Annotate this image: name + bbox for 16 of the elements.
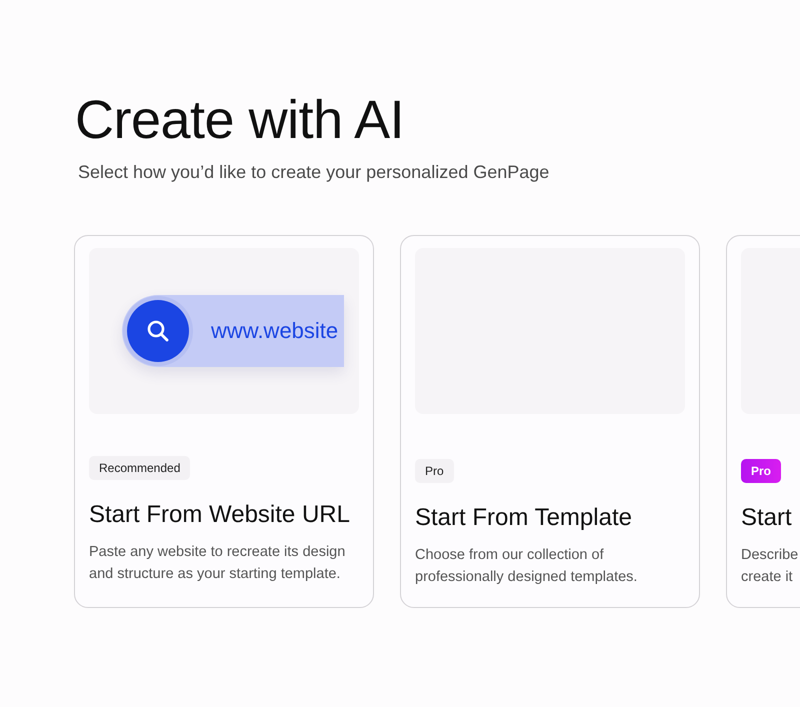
pro-badge: Pro <box>741 459 782 483</box>
card-title: Start From Website URL <box>89 501 351 529</box>
page-subtitle: Select how you’d like to create your personalized GenPage <box>78 162 550 183</box>
card-title: Start From Template <box>415 504 633 532</box>
card-description: Describe create it <box>741 546 800 587</box>
tag-badge: Pro <box>415 459 454 483</box>
tag-badge: Recommended <box>89 456 190 480</box>
card-description: Choose from our collection of professionally designed templates. <box>415 546 638 587</box>
option-card[interactable]: www.website Recommended Start From Website URL Paste any website to recreate its design and structure as your starting template. <box>74 235 374 608</box>
card-title: Start <box>741 504 793 532</box>
card-description: Paste any website to recreate its design and structure as your starting template. <box>89 543 346 584</box>
search-icon <box>127 300 189 362</box>
url-text: www.website <box>211 318 340 344</box>
page-title: Create with AI <box>75 89 406 152</box>
option-card[interactable]: Pro Start From Template Choose from our collection of professionally designed templates. <box>400 235 700 608</box>
option-card[interactable]: Pro Start Describe create it <box>726 235 800 608</box>
